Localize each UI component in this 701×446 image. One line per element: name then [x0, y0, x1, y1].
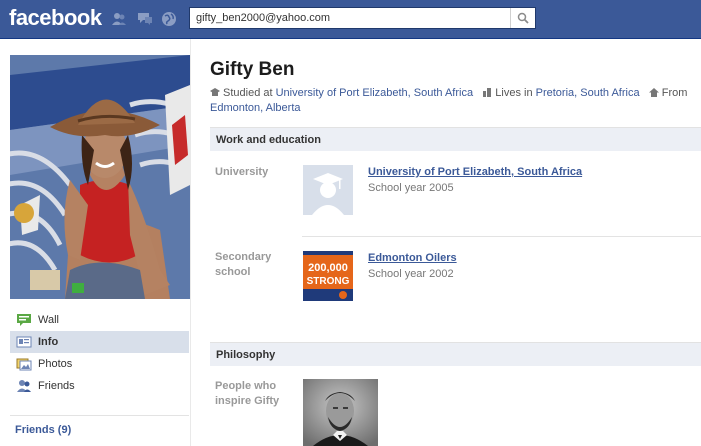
nav-friends-label: Friends: [38, 380, 75, 392]
university-name-link[interactable]: University of Port Elizabeth, South Afri…: [368, 166, 582, 178]
photos-icon: [16, 358, 32, 371]
inspiring-people-label: People who inspire Gifty: [215, 380, 280, 407]
from-link[interactable]: Edmonton, Alberta: [210, 102, 301, 114]
main-content: Gifty Ben Studied at University of Port …: [191, 39, 701, 446]
thumb-text-1: 200,000: [308, 262, 348, 274]
search-button[interactable]: [510, 8, 535, 28]
left-sidebar: Wall Info Photos Friends Friends (9): [0, 39, 190, 446]
university-thumbnail[interactable]: [303, 165, 353, 215]
inspiring-person-photo[interactable]: [303, 379, 378, 446]
lives-link[interactable]: Pretoria, South Africa: [536, 87, 640, 99]
notifications-globe-icon[interactable]: [160, 10, 178, 28]
friends-count-link[interactable]: Friends (9): [15, 424, 71, 436]
profile-bio: Studied at University of Port Elizabeth,…: [210, 86, 695, 116]
thumb-text-2: STRONG: [307, 276, 350, 287]
studied-prefix: Studied at: [223, 87, 273, 99]
secondary-school-thumbnail[interactable]: 200,000 STRONG: [303, 251, 353, 301]
nav-photos[interactable]: Photos: [10, 353, 189, 375]
info-icon: [16, 336, 32, 348]
divider: [10, 415, 189, 416]
nav-info[interactable]: Info: [10, 331, 189, 353]
philosophy-heading: Philosophy: [210, 342, 701, 366]
profile-name: Gifty Ben: [210, 59, 295, 80]
row-divider: [302, 236, 701, 237]
top-bar: facebook: [0, 0, 701, 39]
facebook-logo[interactable]: facebook: [9, 5, 102, 31]
nav-info-label: Info: [38, 336, 59, 348]
profile-nav: Wall Info Photos Friends: [10, 309, 189, 397]
nav-friends[interactable]: Friends: [10, 375, 189, 397]
nav-photos-label: Photos: [38, 358, 73, 370]
friend-requests-icon[interactable]: [110, 10, 128, 28]
graduation-icon: [210, 88, 220, 96]
messages-icon[interactable]: [136, 10, 154, 28]
secondary-school-label: Secondary school: [215, 251, 272, 278]
profile-picture[interactable]: [10, 55, 190, 299]
graduate-silhouette-icon: [303, 165, 353, 215]
wall-icon: [17, 314, 31, 326]
secondary-school-year: School year 2002: [368, 268, 454, 280]
secondary-school-name-link[interactable]: Edmonton Oilers: [368, 252, 457, 264]
lives-prefix: Lives in: [495, 87, 533, 99]
university-label: University: [215, 166, 269, 178]
nav-wall-label: Wall: [38, 314, 59, 326]
from-prefix: From: [661, 87, 688, 99]
nav-wall[interactable]: Wall: [10, 309, 189, 331]
search-input[interactable]: [190, 8, 510, 28]
work-education-heading: Work and education: [210, 127, 701, 151]
city-icon: [483, 88, 492, 97]
search-icon: [517, 12, 529, 24]
search-box: [189, 7, 536, 29]
university-year: School year 2005: [368, 182, 454, 194]
studied-link[interactable]: University of Port Elizabeth, South Afri…: [276, 87, 473, 99]
friends-icon: [17, 380, 31, 392]
home-icon: [648, 88, 659, 97]
